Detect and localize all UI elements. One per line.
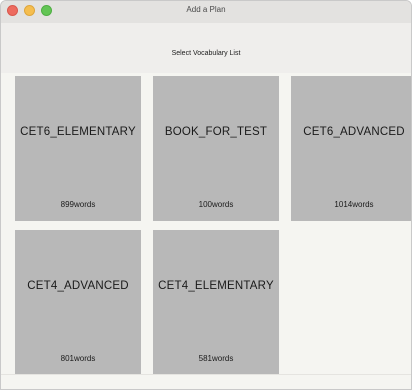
vocab-card-cet6-advanced[interactable]: CET6_ADVANCED 1014words [291,76,411,221]
vocab-card-cet4-advanced[interactable]: CET4_ADVANCED 801words [15,230,141,375]
vocab-card-cet6-elementary[interactable]: CET6_ELEMENTARY 899words [15,76,141,221]
vocabulary-grid: CET6_ELEMENTARY 899words BOOK_FOR_TEST 1… [1,73,411,389]
vocab-card-title: BOOK_FOR_TEST [164,126,268,138]
header-panel: Select Vocabulary List [1,23,411,74]
vocab-card-title: CET6_ADVANCED [303,126,405,138]
vocab-card-word-count: 801words [60,354,96,363]
vocab-card-book-for-test[interactable]: BOOK_FOR_TEST 100words [153,76,279,221]
vocab-card-word-count: 100words [198,200,234,209]
vocab-card-title: CET4_ADVANCED [27,280,129,292]
bottom-bar [1,374,411,389]
vocab-card-title: CET6_ELEMENTARY [20,126,136,138]
vocab-card-word-count: 899words [60,200,96,209]
vocab-card-title: CET4_ELEMENTARY [158,280,274,292]
select-list-label: Select Vocabulary List [171,50,241,57]
window-title: Add a Plan [186,5,226,14]
title-bar: Add a Plan [1,1,411,24]
vocab-card-word-count: 1014words [334,200,374,209]
add-plan-window: Add a Plan Select Vocabulary List CET6_E… [0,0,412,390]
vocab-card-word-count: 581words [198,354,234,363]
vocab-card-cet4-elementary[interactable]: CET4_ELEMENTARY 581words [153,230,279,375]
